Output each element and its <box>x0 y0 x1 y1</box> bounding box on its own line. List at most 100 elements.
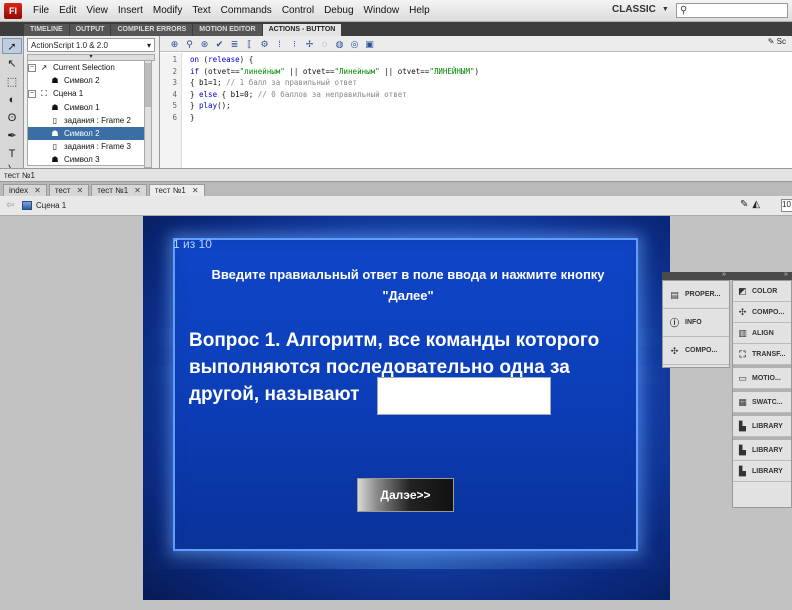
selection-tool-icon[interactable]: ➚ <box>2 38 22 54</box>
panel-library[interactable]: ▙ LIBRARY <box>733 416 791 437</box>
close-icon[interactable]: ✕ <box>134 185 141 196</box>
tree-item-label: Символ 1 <box>64 102 100 112</box>
tab-output[interactable]: OUTPUT <box>69 24 111 36</box>
back-arrow-icon[interactable]: ⇦ <box>6 200 14 211</box>
library-icon: ▙ <box>739 466 746 476</box>
panel-library[interactable]: ▙ LIBRARY <box>733 461 791 482</box>
subselection-tool-icon[interactable]: ↖ <box>2 56 22 72</box>
panel-dock-header[interactable]: » » <box>662 271 792 280</box>
find-icon[interactable]: ⚲ <box>183 38 196 50</box>
panel-motion-presets[interactable]: ▭ MOTIO... <box>733 368 791 389</box>
tree-item-scene-1[interactable]: − ⛶ Сцена 1 <box>28 87 144 100</box>
menu-control[interactable]: Control <box>277 0 319 22</box>
zoom-field[interactable]: 10 <box>781 199 792 212</box>
next-button[interactable]: Далэе>> <box>357 478 454 512</box>
breadcrumb[interactable]: Сцена 1 <box>22 201 66 210</box>
menu-help[interactable]: Help <box>404 0 435 22</box>
tab-timeline[interactable]: TIMELINE <box>24 24 69 36</box>
background-streak <box>143 551 670 569</box>
doc-tab-test[interactable]: тест ✕ <box>48 184 90 196</box>
lasso-tool-icon[interactable]: ʘ <box>2 110 22 126</box>
menu-commands[interactable]: Commands <box>216 0 277 22</box>
code-token: else <box>199 89 218 99</box>
expand-panels-icon[interactable]: » <box>784 271 788 278</box>
panel-components[interactable]: ✣ COMPO... <box>663 337 729 365</box>
expand-panels-icon[interactable]: » <box>722 271 726 278</box>
debug-options-icon[interactable]: ⚙ <box>258 38 271 50</box>
tree-item-symbol-3[interactable]: ☗ Символ 3 <box>28 153 144 165</box>
panel-transform[interactable]: ⛶ TRANSF... <box>733 344 791 365</box>
collapse-selection-icon[interactable]: ⁝ <box>288 38 301 50</box>
close-icon[interactable]: ✕ <box>192 185 199 196</box>
code-line[interactable]: { b1=1; // 1 балл за правильный ответ <box>190 77 479 89</box>
remove-comment-icon[interactable]: ◎ <box>348 38 361 50</box>
properties-icon: ▤ <box>670 289 679 300</box>
collapse-between-braces-icon[interactable]: ⁞ <box>273 38 286 50</box>
tree-item-frame-2[interactable]: ▯ задания : Frame 2 <box>28 114 144 127</box>
add-statement-icon[interactable]: ⊕ <box>168 38 181 50</box>
help-search-input[interactable] <box>690 4 781 17</box>
panel-align[interactable]: ▥ ALIGN <box>733 323 791 344</box>
code-token: "линейным" <box>239 66 285 76</box>
tree-item-symbol-2-selected[interactable]: ☗ Символ 2 <box>28 126 144 141</box>
tree-item-current-selection[interactable]: − ↗ Current Selection <box>28 61 144 74</box>
panel-properties[interactable]: ▤ PROPER... <box>663 281 729 309</box>
actionscript-version-select[interactable]: ActionScript 1.0 & 2.0 ▾ <box>27 38 155 52</box>
tree-item-symbol-2[interactable]: ☗ Символ 2 <box>28 74 144 87</box>
panel-library[interactable]: ▙ LIBRARY <box>733 440 791 461</box>
panel-info[interactable]: ⓘ INFO <box>663 309 729 337</box>
collapse-icon[interactable]: − <box>28 89 36 98</box>
check-syntax-icon[interactable]: ✔ <box>213 38 226 50</box>
close-icon[interactable]: ✕ <box>34 185 41 196</box>
code-line[interactable]: } else { b1=0; // 0 баллов за неправильн… <box>190 89 479 101</box>
tab-motion-editor[interactable]: MOTION EDITOR <box>193 24 262 36</box>
auto-format-icon[interactable]: ≣ <box>228 38 241 50</box>
code-line[interactable]: } <box>190 112 479 124</box>
block-comment-icon[interactable]: ◌ <box>318 38 331 50</box>
panel-components[interactable]: ✣ COMPO... <box>733 302 791 323</box>
menu-insert[interactable]: Insert <box>113 0 148 22</box>
navigator-scrollbar[interactable] <box>144 60 152 168</box>
doc-tab-test-1[interactable]: тест №1 ✕ <box>91 184 147 196</box>
free-transform-tool-icon[interactable]: ⬚ <box>2 74 22 90</box>
help-search-box[interactable]: ⚲ <box>676 3 788 18</box>
toolbox-toggle-icon[interactable]: ▣ <box>363 38 376 50</box>
target-path-icon[interactable]: ⊛ <box>198 38 211 50</box>
tab-actions-button[interactable]: ACTIONS - BUTTON <box>262 24 342 36</box>
tab-compiler-errors[interactable]: COMPILER ERRORS <box>111 24 193 36</box>
panel-color[interactable]: ◩ COLOR <box>733 281 791 302</box>
menu-debug[interactable]: Debug <box>319 0 358 22</box>
pen-tool-icon[interactable]: ✒ <box>2 128 22 144</box>
menu-text[interactable]: Text <box>187 0 215 22</box>
chevron-down-icon: ▼ <box>661 6 669 13</box>
menu-view[interactable]: View <box>81 0 113 22</box>
menu-window[interactable]: Window <box>359 0 405 22</box>
panel-swatches[interactable]: ▦ SWATC... <box>733 392 791 413</box>
edit-symbols-icon[interactable]: ◭ <box>752 199 760 210</box>
code-text-area[interactable]: on (release) {if (otvet=="линейным" || o… <box>190 53 479 123</box>
code-hint-icon[interactable]: ⟦ <box>243 38 256 50</box>
code-line[interactable]: } play(); <box>190 100 479 112</box>
menu-edit[interactable]: Edit <box>54 0 81 22</box>
edit-scene-icon[interactable]: ✎ <box>740 199 748 210</box>
doc-tab-test-1-active[interactable]: тест №1 ✕ <box>148 184 205 196</box>
workspace-switcher[interactable]: CLASSIC ▼ <box>612 4 669 15</box>
3d-rotation-tool-icon[interactable]: ◐ <box>2 92 22 108</box>
menu-file[interactable]: File <box>28 0 54 22</box>
transform-icon: ⛶ <box>739 349 746 359</box>
doc-tab-index[interactable]: index ✕ <box>3 184 47 196</box>
collapse-icon[interactable]: − <box>28 63 36 72</box>
library-icon: ▙ <box>739 445 746 455</box>
script-assist-button[interactable]: ✎ Sc <box>768 37 786 46</box>
tree-item-frame-3[interactable]: ▯ задания : Frame 3 <box>28 140 144 153</box>
menu-modify[interactable]: Modify <box>148 0 187 22</box>
scrollbar-thumb[interactable] <box>145 63 151 107</box>
line-comment-icon[interactable]: ◍ <box>333 38 346 50</box>
code-line[interactable]: if (otvet=="линейным" || otvet=="Линейны… <box>190 66 479 78</box>
tree-item-symbol-1[interactable]: ☗ Символ 1 <box>28 101 144 114</box>
code-line[interactable]: on (release) { <box>190 54 479 66</box>
text-tool-icon[interactable]: T <box>2 146 22 162</box>
answer-input[interactable] <box>377 377 551 415</box>
close-icon[interactable]: ✕ <box>77 185 84 196</box>
expand-all-icon[interactable]: ✢ <box>303 38 316 50</box>
